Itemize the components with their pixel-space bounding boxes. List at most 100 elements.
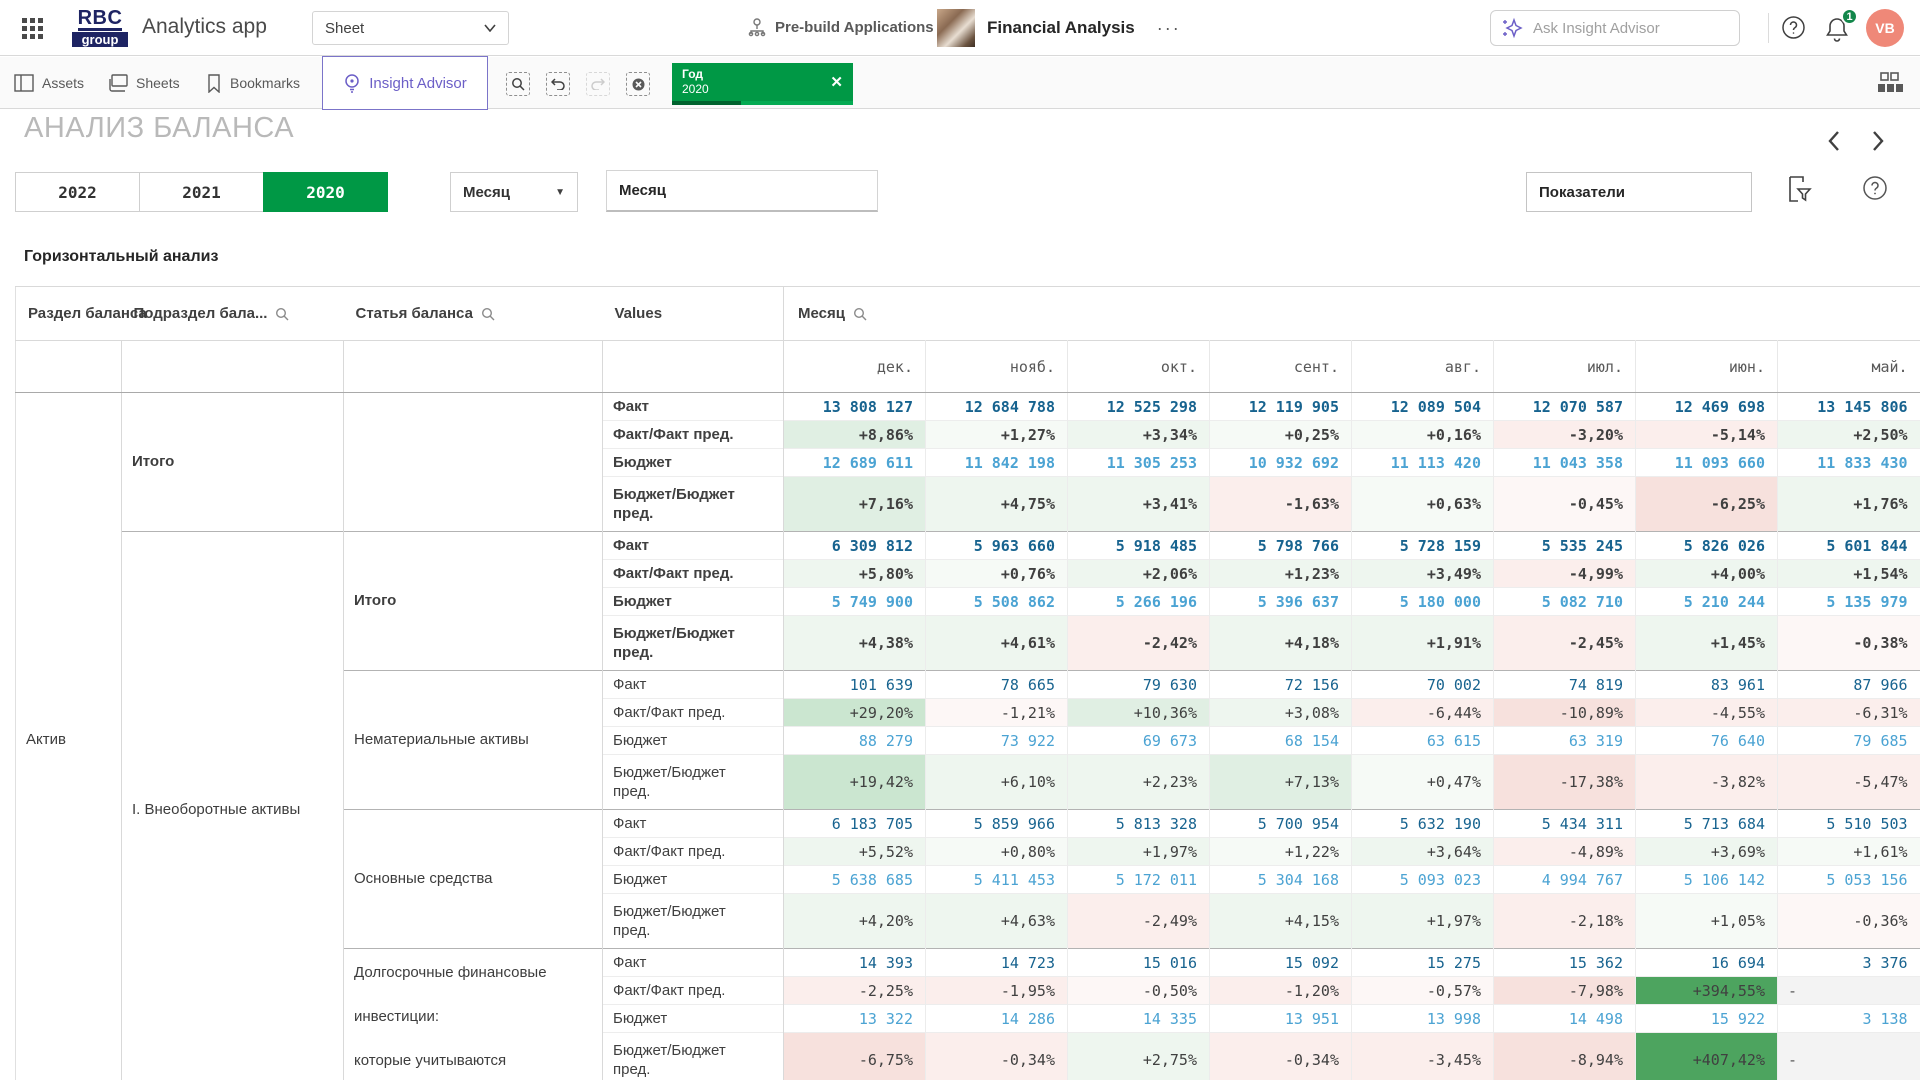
fact-change-value[interactable]: -1,20% (1210, 977, 1352, 1005)
budget-change-value[interactable]: -2,18% (1494, 894, 1636, 949)
budget-value[interactable]: 5 304 168 (1210, 866, 1352, 894)
next-sheet-button[interactable] (1864, 128, 1890, 154)
budget-change-value[interactable]: +4,20% (784, 894, 926, 949)
budget-value[interactable]: 5 135 979 (1778, 588, 1920, 616)
month-column-header[interactable]: сент. (1210, 341, 1352, 393)
dim-podrazdel-cell[interactable]: Итого (122, 393, 344, 532)
measure-label-cell[interactable]: Бюджет (603, 866, 784, 894)
help-icon[interactable] (1781, 15, 1806, 40)
fact-value[interactable]: 12 525 298 (1068, 393, 1210, 421)
fact-change-value[interactable]: +10,36% (1068, 699, 1210, 727)
header-mesyats[interactable]: Месяц (784, 287, 1920, 341)
budget-change-value[interactable]: +7,16% (784, 477, 926, 532)
budget-change-value[interactable]: -0,36% (1778, 894, 1920, 949)
budget-change-value[interactable]: +7,13% (1210, 755, 1352, 810)
fact-value[interactable]: 5 700 954 (1210, 810, 1352, 838)
header-razdel-balansa[interactable]: Раздел баланса (16, 287, 122, 341)
month-column-header[interactable]: дек. (784, 341, 926, 393)
budget-value[interactable]: 68 154 (1210, 727, 1352, 755)
fact-change-value[interactable]: +3,69% (1636, 838, 1778, 866)
fact-value[interactable]: 70 002 (1352, 671, 1494, 699)
fact-value[interactable]: 5 535 245 (1494, 532, 1636, 560)
selection-chip-year[interactable]: Год 2020 ✕ (672, 63, 853, 105)
month-column-header[interactable]: авг. (1352, 341, 1494, 393)
month-column-header[interactable]: июн. (1636, 341, 1778, 393)
step-back-button[interactable] (546, 72, 570, 96)
tab-bookmarks[interactable]: Bookmarks (206, 57, 300, 109)
filter-document-icon[interactable] (1786, 175, 1812, 203)
budget-change-value[interactable]: -6,75% (784, 1033, 926, 1080)
more-options-icon[interactable]: ··· (1157, 18, 1181, 39)
measure-label-cell[interactable]: Бюджет/Бюджет пред. (603, 616, 784, 671)
month-dropdown[interactable]: Месяц ▼ (450, 172, 578, 212)
sheet-grid-icon[interactable] (1876, 71, 1904, 95)
measure-label-cell[interactable]: Бюджет/Бюджет пред. (603, 894, 784, 949)
dim-statya-cell[interactable]: Основные средства (344, 810, 603, 949)
year-button-2020[interactable]: 2020 (263, 172, 388, 212)
fact-value[interactable]: 12 119 905 (1210, 393, 1352, 421)
budget-value[interactable]: 11 833 430 (1778, 449, 1920, 477)
budget-change-value[interactable]: +4,15% (1210, 894, 1352, 949)
measure-label-cell[interactable]: Факт/Факт пред. (603, 838, 784, 866)
fact-value[interactable]: 13 145 806 (1778, 393, 1920, 421)
budget-value[interactable]: 14 286 (926, 1005, 1068, 1033)
budget-change-value[interactable]: +1,91% (1352, 616, 1494, 671)
budget-value[interactable]: 5 082 710 (1494, 588, 1636, 616)
fact-value[interactable]: 79 630 (1068, 671, 1210, 699)
budget-value[interactable]: 5 508 862 (926, 588, 1068, 616)
fact-value[interactable]: 74 819 (1494, 671, 1636, 699)
budget-value[interactable]: 14 498 (1494, 1005, 1636, 1033)
fact-change-value[interactable]: +5,80% (784, 560, 926, 588)
fact-change-value[interactable]: -1,21% (926, 699, 1068, 727)
measure-label-cell[interactable]: Факт/Факт пред. (603, 421, 784, 449)
dim-statya-cell[interactable]: Итого (344, 532, 603, 671)
fact-value[interactable]: 6 183 705 (784, 810, 926, 838)
header-podrazdel-balansa[interactable]: Подраздел бала... (122, 287, 344, 341)
measure-label-cell[interactable]: Бюджет (603, 588, 784, 616)
fact-value[interactable]: 78 665 (926, 671, 1068, 699)
budget-change-value[interactable]: -0,38% (1778, 616, 1920, 671)
fact-change-value[interactable]: -1,95% (926, 977, 1068, 1005)
budget-value[interactable]: 63 615 (1352, 727, 1494, 755)
dim-podrazdel-cell[interactable]: I. Внеоборотные активы (122, 532, 344, 1080)
budget-change-value[interactable]: -2,45% (1494, 616, 1636, 671)
dim-statya-cell[interactable]: Долгосрочные финансовые инвестиции: кото… (344, 949, 603, 1080)
budget-value[interactable]: 88 279 (784, 727, 926, 755)
chart-help-icon[interactable] (1862, 175, 1888, 201)
search-icon[interactable] (481, 307, 495, 321)
budget-change-value[interactable]: +0,63% (1352, 477, 1494, 532)
header-statya-balansa[interactable]: Статья баланса (344, 287, 603, 341)
tab-sheets[interactable]: Sheets (108, 57, 180, 109)
budget-change-value[interactable]: -2,49% (1068, 894, 1210, 949)
fact-value[interactable]: 12 089 504 (1352, 393, 1494, 421)
budget-change-value[interactable]: +4,38% (784, 616, 926, 671)
fact-value[interactable]: 12 469 698 (1636, 393, 1778, 421)
budget-change-value[interactable]: -3,82% (1636, 755, 1778, 810)
dim-razdel-cell[interactable]: Актив (16, 393, 122, 1080)
fact-change-value[interactable]: +2,50% (1778, 421, 1920, 449)
insight-advisor-button[interactable]: Insight Advisor (322, 56, 488, 110)
fact-value[interactable]: 87 966 (1778, 671, 1920, 699)
measure-label-cell[interactable]: Факт/Факт пред. (603, 560, 784, 588)
clear-selections-button[interactable] (626, 72, 650, 96)
budget-change-value[interactable]: +2,75% (1068, 1033, 1210, 1080)
budget-change-value[interactable]: -1,63% (1210, 477, 1352, 532)
tab-assets[interactable]: Assets (14, 57, 84, 109)
budget-value[interactable]: 5 106 142 (1636, 866, 1778, 894)
fact-change-value[interactable]: +3,34% (1068, 421, 1210, 449)
notifications-bell-icon[interactable]: 1 (1824, 15, 1854, 43)
fact-change-value[interactable]: +1,61% (1778, 838, 1920, 866)
fact-value[interactable]: 72 156 (1210, 671, 1352, 699)
fact-value[interactable]: 5 728 159 (1352, 532, 1494, 560)
measure-label-cell[interactable]: Факт (603, 532, 784, 560)
budget-value[interactable]: 76 640 (1636, 727, 1778, 755)
fact-change-value[interactable]: +394,55% (1636, 977, 1778, 1005)
fact-change-value[interactable]: -6,44% (1352, 699, 1494, 727)
fact-value[interactable]: 15 092 (1210, 949, 1352, 977)
budget-value[interactable]: 5 411 453 (926, 866, 1068, 894)
budget-change-value[interactable]: +6,10% (926, 755, 1068, 810)
measure-label-cell[interactable]: Бюджет/Бюджет пред. (603, 755, 784, 810)
budget-change-value[interactable]: +4,63% (926, 894, 1068, 949)
budget-value[interactable]: 10 932 692 (1210, 449, 1352, 477)
budget-change-value[interactable]: +1,97% (1352, 894, 1494, 949)
